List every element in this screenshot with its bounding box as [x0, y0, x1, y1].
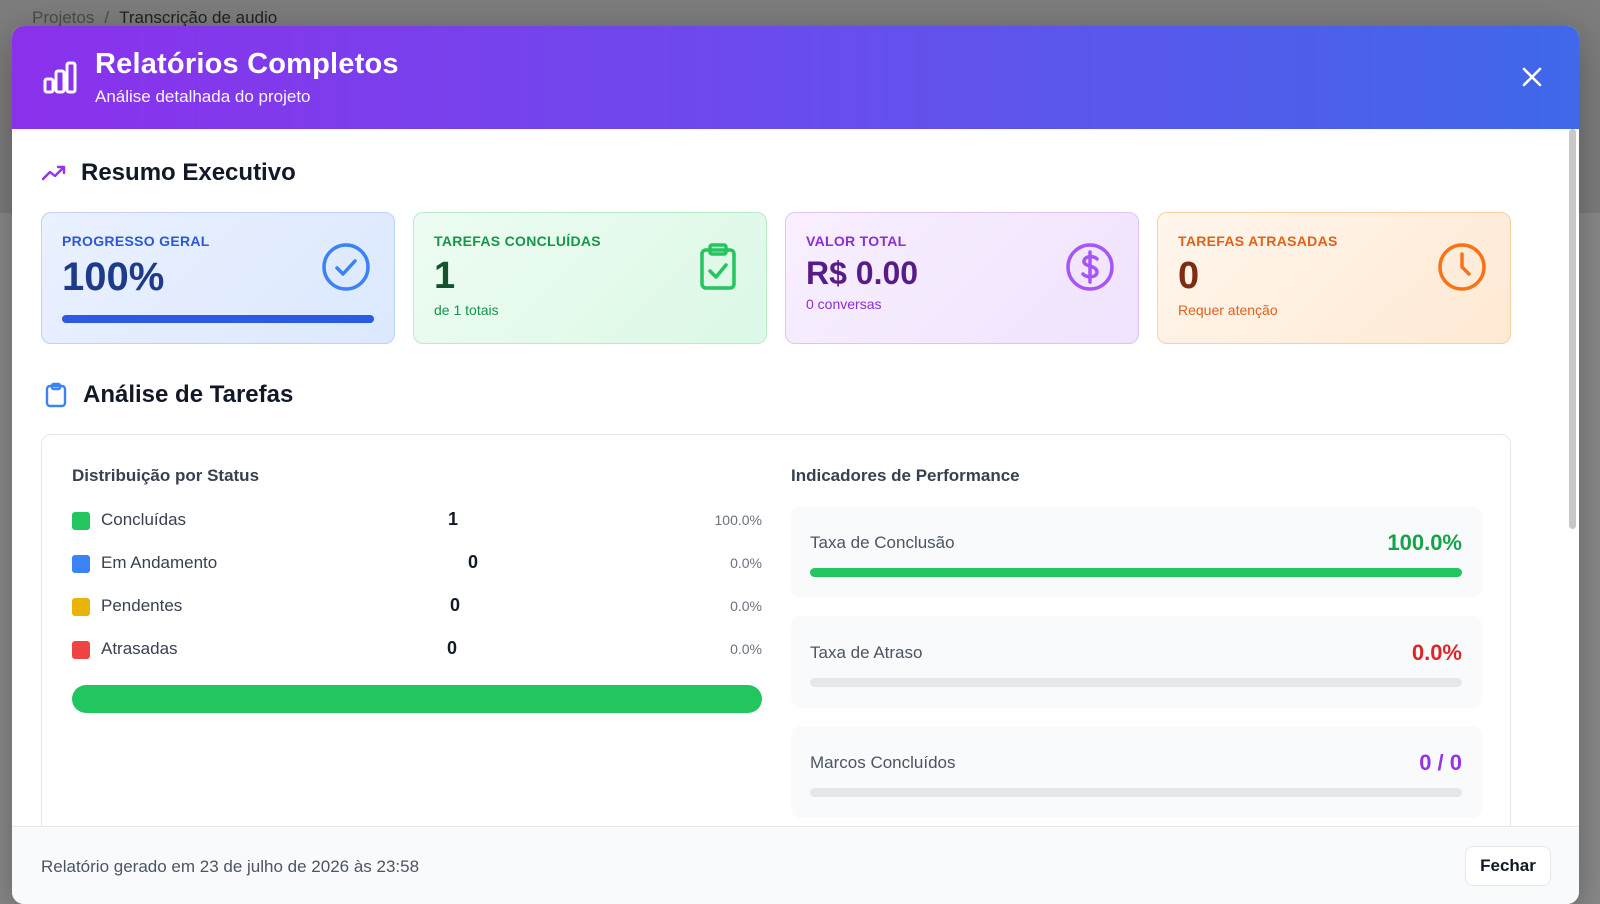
clipboard-check-icon [700, 243, 736, 290]
status-name: Pendentes [101, 596, 183, 615]
legend-swatch-completed [72, 512, 90, 530]
breadcrumb: Projetos / Transcrição de audio [32, 8, 277, 28]
modal-footer: Relatório gerado em 23 de julho de 2026 … [12, 826, 1579, 904]
breadcrumb-projects[interactable]: Projetos [32, 8, 94, 28]
kpi-bar [810, 568, 1462, 577]
status-count: 0 [450, 595, 461, 615]
total-value-card: VALOR TOTAL R$ 0.00 0 conversas [785, 212, 1139, 344]
breadcrumb-current: Transcrição de audio [119, 8, 278, 27]
kpi-bar [810, 788, 1462, 797]
clock-icon [1438, 243, 1486, 291]
bar-chart-icon [43, 61, 77, 94]
modal-scrollbar[interactable] [1569, 129, 1576, 529]
summary-title-text: Resumo Executivo [81, 159, 296, 186]
status-name: Em Andamento [101, 553, 218, 572]
status-name: Atrasadas [101, 639, 178, 658]
kpi-bar-fill [810, 568, 1462, 577]
dollar-circle-icon [1066, 243, 1114, 291]
check-circle-icon [322, 243, 370, 291]
kpi-delay-rate: Taxa de Atraso 0.0% [791, 616, 1482, 708]
status-row-pending: Pendentes 0 0.0% [72, 595, 762, 619]
summary-section-title: Resumo Executivo [41, 159, 296, 187]
progress-bar-fill [62, 315, 374, 323]
close-icon[interactable] [1517, 62, 1547, 92]
legend-swatch-pending [72, 598, 90, 616]
clipboard-icon [45, 382, 67, 408]
status-pct: 100.0% [714, 512, 762, 528]
status-pct: 0.0% [730, 598, 762, 614]
status-row-completed: Concluídas 1 100.0% [72, 509, 762, 533]
status-row-late: Atrasadas 0 0.0% [72, 638, 762, 662]
kpi-completion-rate: Taxa de Conclusão 100.0% [791, 506, 1482, 598]
legend-swatch-in-progress [72, 555, 90, 573]
reports-modal: Relatórios Completos Análise detalhada d… [12, 26, 1579, 904]
trending-up-icon [41, 165, 66, 181]
status-pct: 0.0% [730, 555, 762, 571]
completed-tasks-card: TAREFAS CONCLUÍDAS 1 de 1 totais [413, 212, 767, 344]
tasks-section-title: Análise de Tarefas [43, 381, 293, 409]
legend-swatch-late [72, 641, 90, 659]
generated-timestamp: Relatório gerado em 23 de julho de 2026 … [41, 857, 420, 876]
status-distribution-bar [72, 685, 762, 713]
status-pct: 0.0% [730, 641, 762, 657]
completed-sub: de 1 totais [434, 302, 499, 318]
kpi-label: Taxa de Atraso [810, 643, 923, 662]
modal-title: Relatórios Completos [95, 48, 399, 80]
progress-card: PROGRESSO GERAL 100% [41, 212, 395, 344]
kpi-milestones: Marcos Concluídos 0 / 0 [791, 726, 1482, 818]
modal-subtitle: Análise detalhada do projeto [95, 87, 311, 106]
performance-title: Indicadores de Performance [791, 466, 1020, 485]
tasks-title-text: Análise de Tarefas [83, 381, 294, 408]
status-count: 0 [468, 552, 479, 572]
kpi-value: 0 / 0 [1419, 750, 1462, 775]
status-count: 1 [448, 509, 459, 529]
modal-header: Relatórios Completos Análise detalhada d… [12, 26, 1579, 129]
tasks-panel: Distribuição por Status Indicadores de P… [41, 434, 1511, 848]
status-count: 0 [447, 638, 458, 658]
breadcrumb-separator: / [104, 8, 110, 27]
distribution-title: Distribuição por Status [72, 466, 260, 485]
status-row-in-progress: Em Andamento 0 0.0% [72, 552, 762, 576]
close-button[interactable]: Fechar [1465, 846, 1551, 886]
late-sub: Requer atenção [1178, 302, 1278, 318]
kpi-bar [810, 678, 1462, 687]
status-name: Concluídas [101, 510, 187, 529]
progress-bar [62, 315, 374, 323]
late-tasks-card: TAREFAS ATRASADAS 0 Requer atenção [1157, 212, 1511, 344]
total-value-sub: 0 conversas [806, 296, 882, 312]
kpi-value: 100.0% [1387, 530, 1462, 555]
modal-body[interactable]: Resumo Executivo PROGRESSO GERAL 100% TA… [12, 129, 1579, 848]
kpi-value: 0.0% [1411, 640, 1462, 665]
kpi-label: Taxa de Conclusão [810, 533, 955, 552]
kpi-label: Marcos Concluídos [810, 753, 956, 772]
